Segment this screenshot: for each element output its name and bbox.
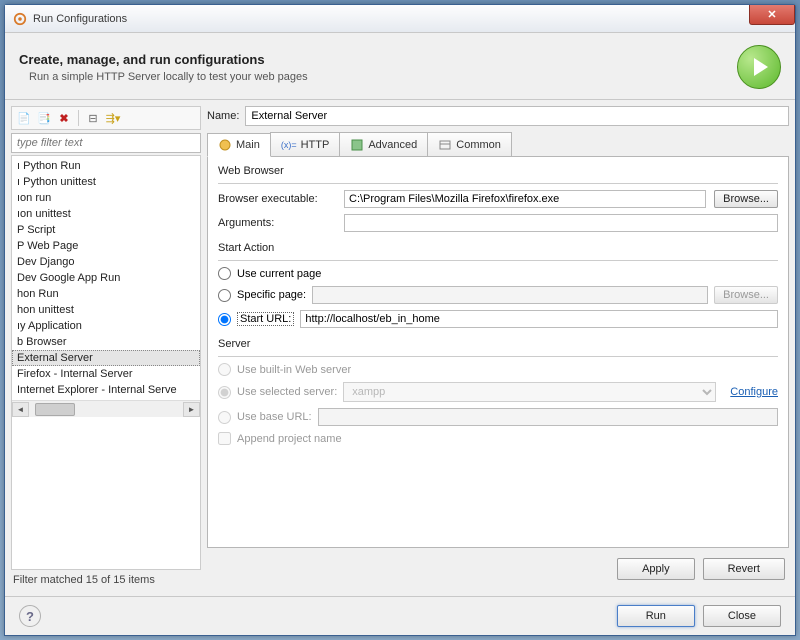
start-url-radio[interactable]: [218, 313, 231, 326]
specific-page-radio[interactable]: [218, 289, 231, 302]
tree-item[interactable]: ıy Application: [12, 318, 200, 334]
tree-item[interactable]: ı Python unittest: [12, 174, 200, 190]
tree-item[interactable]: ıon unittest: [12, 206, 200, 222]
browser-exec-input[interactable]: [344, 190, 706, 208]
duplicate-config-icon[interactable]: 📑: [36, 110, 52, 126]
append-project-name-label: Append project name: [237, 433, 342, 445]
server-group-title: Server: [218, 338, 778, 350]
tab-pane-main: Web Browser Browser executable: Browse..…: [207, 157, 789, 548]
help-button[interactable]: ?: [19, 605, 41, 627]
run-button[interactable]: Run: [617, 605, 695, 627]
browser-exec-browse-button[interactable]: Browse...: [714, 190, 778, 208]
arguments-input[interactable]: [344, 214, 778, 232]
tree-item[interactable]: P Script: [12, 222, 200, 238]
gear-icon: [13, 12, 27, 26]
horizontal-scrollbar[interactable]: ◄►: [12, 400, 200, 417]
base-url-input: [318, 408, 778, 426]
use-base-url-radio: [218, 411, 231, 424]
tree-item[interactable]: External Server: [12, 350, 200, 366]
specific-page-label: Specific page:: [237, 289, 306, 301]
filter-input[interactable]: [11, 133, 201, 153]
config-tree[interactable]: ı Python Runı Python unittestıon runıon …: [11, 155, 201, 570]
specific-page-input: [312, 286, 708, 304]
tree-item[interactable]: Dev Google App Run: [12, 270, 200, 286]
tab-advanced[interactable]: Advanced: [339, 132, 428, 156]
tree-item[interactable]: b Browser: [12, 334, 200, 350]
filter-status: Filter matched 15 of 15 items: [11, 570, 201, 590]
apply-button[interactable]: Apply: [617, 558, 695, 580]
use-selected-server-label: Use selected server:: [237, 386, 337, 398]
window-title: Run Configurations: [33, 13, 127, 25]
tree-item[interactable]: Internet Explorer - Internal Serve: [12, 382, 200, 398]
configure-server-link[interactable]: Configure: [730, 386, 778, 398]
tree-item[interactable]: Dev Django: [12, 254, 200, 270]
dialog-header: Create, manage, and run configurations R…: [5, 33, 795, 99]
use-base-url-label: Use base URL:: [237, 411, 312, 423]
tree-item[interactable]: hon Run: [12, 286, 200, 302]
use-selected-server-radio: [218, 386, 231, 399]
browser-exec-label: Browser executable:: [218, 193, 336, 205]
tree-item[interactable]: P Web Page: [12, 238, 200, 254]
tree-item[interactable]: ıon run: [12, 190, 200, 206]
append-project-name-checkbox: [218, 432, 231, 445]
use-builtin-server-label: Use built-in Web server: [237, 364, 351, 376]
start-action-group-title: Start Action: [218, 242, 778, 254]
arguments-label: Arguments:: [218, 217, 336, 229]
selected-server-select: xampp: [343, 382, 716, 402]
tab-main[interactable]: Main: [207, 133, 271, 157]
run-icon: [737, 45, 781, 89]
name-input[interactable]: [245, 106, 789, 126]
new-config-icon[interactable]: 📄: [16, 110, 32, 126]
tab-common[interactable]: Common: [427, 132, 512, 156]
delete-config-icon[interactable]: ✖: [56, 110, 72, 126]
advanced-tab-icon: [350, 138, 364, 152]
use-current-page-radio[interactable]: [218, 267, 231, 280]
main-tab-icon: [218, 138, 232, 152]
titlebar: Run Configurations ✕: [5, 5, 795, 33]
close-button[interactable]: Close: [703, 605, 781, 627]
revert-button[interactable]: Revert: [703, 558, 785, 580]
tree-item[interactable]: ı Python Run: [12, 158, 200, 174]
common-tab-icon: [438, 138, 452, 152]
start-url-input[interactable]: [300, 310, 778, 328]
tree-item[interactable]: hon unittest: [12, 302, 200, 318]
header-subtitle: Run a simple HTTP Server locally to test…: [19, 71, 308, 83]
filter-dropdown-icon[interactable]: ⇶▾: [105, 110, 121, 126]
start-url-label: Start URL:: [237, 312, 294, 326]
window-close-button[interactable]: ✕: [749, 5, 795, 25]
tree-toolbar: 📄 📑 ✖ ⊟ ⇶▾: [11, 106, 201, 130]
collapse-all-icon[interactable]: ⊟: [85, 110, 101, 126]
use-current-page-label: Use current page: [237, 268, 321, 280]
name-label: Name:: [207, 110, 239, 122]
use-builtin-server-radio: [218, 363, 231, 376]
tree-item[interactable]: Firefox - Internal Server: [12, 366, 200, 382]
tab-bar: Main (x)=HTTP Advanced Common: [207, 132, 789, 157]
header-title: Create, manage, and run configurations: [19, 52, 308, 67]
specific-page-browse-button: Browse...: [714, 286, 778, 304]
tab-http[interactable]: (x)=HTTP: [270, 132, 340, 156]
web-browser-group-title: Web Browser: [218, 165, 778, 177]
